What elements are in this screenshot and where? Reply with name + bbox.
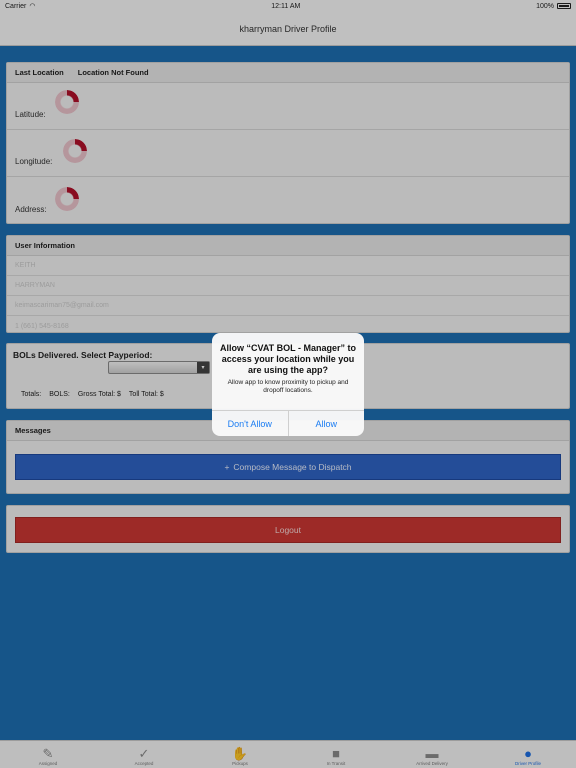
allow-button[interactable]: Allow	[287, 411, 365, 436]
alert-title: Allow “CVAT BOL - Manager” to access you…	[220, 343, 357, 375]
location-permission-alert: Allow “CVAT BOL - Manager” to access you…	[212, 333, 364, 436]
alert-message: Allow app to know proximity to pickup an…	[227, 379, 349, 394]
alert-buttons: Don't Allow Allow	[212, 410, 364, 436]
dont-allow-button[interactable]: Don't Allow	[212, 411, 288, 436]
